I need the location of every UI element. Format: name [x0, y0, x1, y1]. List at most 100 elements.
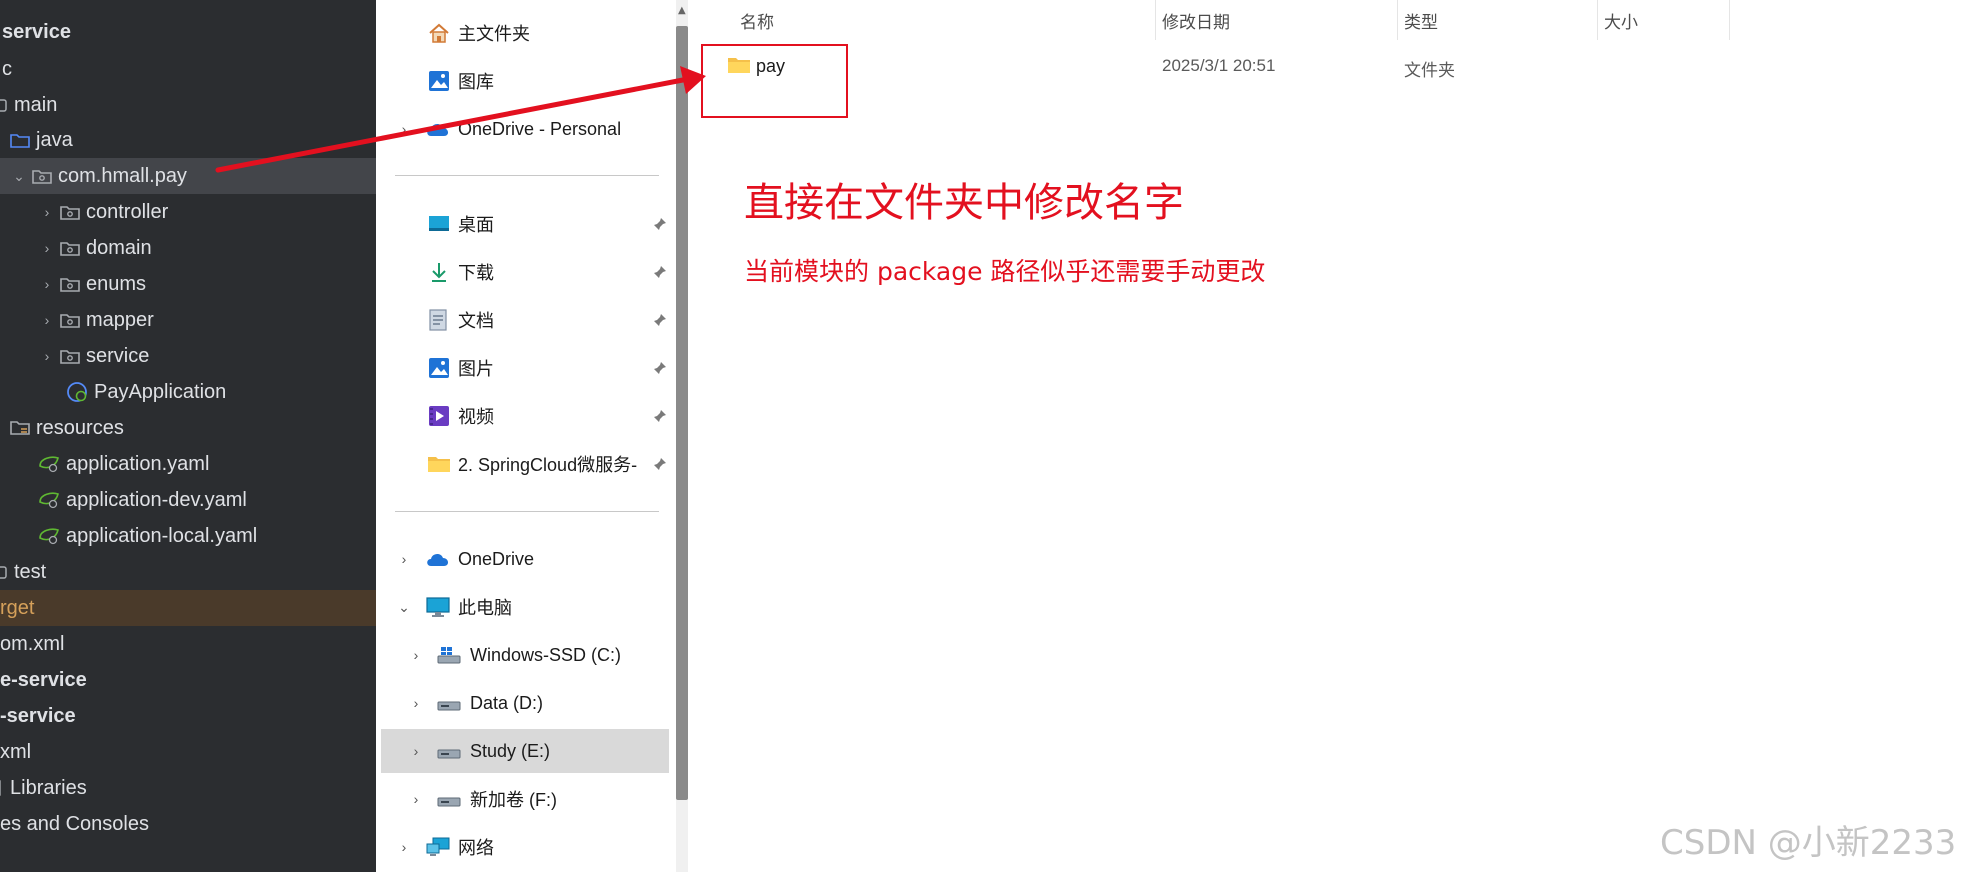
tree-item-service-module[interactable]: service: [0, 14, 376, 50]
tree-item-module-service[interactable]: -service: [0, 698, 376, 734]
chevron-right-icon[interactable]: ›: [38, 312, 56, 328]
nav-item-label: Windows-SSD (C:): [470, 644, 622, 665]
tree-item-xml[interactable]: xml: [0, 734, 376, 770]
nav-item-onedrive[interactable]: › OneDrive: [381, 537, 676, 581]
tree-item-java[interactable]: java: [0, 122, 376, 158]
nav-item-pictures[interactable]: 图片: [381, 346, 676, 390]
column-header-modified[interactable]: 修改日期: [1156, 0, 1398, 40]
annotation-subtitle: 当前模块的 package 路径似乎还需要手动更改: [744, 257, 1266, 286]
chevron-right-icon[interactable]: ›: [394, 121, 414, 137]
tree-item-label: service: [86, 344, 150, 367]
nav-separator: [395, 511, 659, 512]
home-icon: [427, 22, 451, 44]
tree-item-external-libraries[interactable]: Libraries: [0, 770, 376, 806]
nav-item-drive-e[interactable]: › Study (E:): [381, 729, 669, 773]
chevron-down-icon[interactable]: ⌄: [394, 599, 414, 616]
package-icon: [60, 204, 80, 220]
tree-item-com-hmall-pay[interactable]: ⌄ com.hmall.pay: [0, 158, 376, 194]
picture-icon: [427, 356, 451, 380]
chevron-down-icon[interactable]: ⌄: [10, 168, 28, 185]
tree-item-label: service: [2, 20, 71, 43]
folder-icon: [0, 97, 8, 113]
tree-item-resources[interactable]: resources: [0, 410, 376, 446]
tree-item-payapplication[interactable]: PayApplication: [0, 374, 376, 410]
nav-item-gallery[interactable]: 图库: [381, 59, 676, 103]
chevron-right-icon[interactable]: ›: [38, 204, 56, 220]
tree-item-module-e-service[interactable]: e-service: [0, 662, 376, 698]
tree-item-main[interactable]: main: [0, 87, 376, 123]
tree-item-service-package[interactable]: › service: [0, 338, 376, 374]
nav-item-onedrive-personal[interactable]: › OneDrive - Personal: [381, 107, 676, 151]
nav-item-downloads[interactable]: 下载: [381, 250, 676, 294]
nav-item-label: 桌面: [458, 215, 494, 235]
nav-item-label: 主文件夹: [458, 24, 530, 44]
pin-icon[interactable]: [653, 457, 667, 471]
resources-folder-icon: [10, 419, 30, 437]
pin-icon[interactable]: [653, 313, 667, 327]
nav-item-label: OneDrive: [458, 548, 535, 569]
spring-config-icon: [38, 490, 60, 510]
chevron-right-icon[interactable]: ›: [406, 695, 426, 711]
pin-icon[interactable]: [653, 409, 667, 423]
column-header-label: 大小: [1604, 12, 1638, 32]
nav-item-videos[interactable]: 视频: [381, 394, 676, 438]
pin-icon[interactable]: [653, 217, 667, 231]
annotation-highlight-box: [701, 44, 848, 118]
drive-icon: [437, 789, 461, 809]
tree-item-controller[interactable]: › controller: [0, 194, 376, 230]
tree-item-label: es and Consoles: [0, 812, 149, 835]
tree-item-enums[interactable]: › enums: [0, 266, 376, 302]
column-header-label: 类型: [1404, 12, 1438, 32]
chevron-right-icon[interactable]: ›: [38, 348, 56, 364]
nav-item-label: 2. SpringCloud微服务-: [458, 455, 638, 475]
tree-item-src[interactable]: c: [0, 51, 376, 87]
chevron-right-icon[interactable]: ›: [394, 839, 414, 855]
chevron-right-icon[interactable]: ›: [38, 240, 56, 256]
chevron-right-icon[interactable]: ›: [38, 276, 56, 292]
package-icon: [60, 312, 80, 328]
nav-item-home[interactable]: 主文件夹: [381, 11, 676, 55]
tree-item-mapper[interactable]: › mapper: [0, 302, 376, 338]
ide-project-tree: service c main java ⌄ com.hmall.pay › co…: [0, 0, 376, 872]
pin-icon[interactable]: [653, 265, 667, 279]
tree-item-application-yaml[interactable]: application.yaml: [0, 446, 376, 482]
nav-item-springcloud-folder[interactable]: 2. SpringCloud微服务-: [381, 442, 676, 486]
chevron-right-icon[interactable]: ›: [406, 743, 426, 759]
chevron-right-icon[interactable]: ›: [394, 551, 414, 567]
tree-item-pom-xml[interactable]: om.xml: [0, 626, 376, 662]
tree-item-scratches-consoles[interactable]: es and Consoles: [0, 806, 376, 842]
nav-item-drive-d[interactable]: › Data (D:): [381, 681, 676, 725]
nav-item-label: 文档: [458, 311, 494, 331]
chevron-right-icon[interactable]: ›: [406, 791, 426, 807]
nav-item-drive-f[interactable]: › 新加卷 (F:): [381, 777, 676, 821]
nav-item-documents[interactable]: 文档: [381, 298, 676, 342]
tree-item-label: xml: [0, 740, 32, 763]
tree-item-label: application.yaml: [66, 452, 210, 475]
column-header-size[interactable]: 大小: [1598, 0, 1730, 40]
column-header-type[interactable]: 类型: [1398, 0, 1598, 40]
pin-icon[interactable]: [653, 361, 667, 375]
nav-item-label: 网络: [458, 838, 494, 858]
tree-item-target[interactable]: rget: [0, 590, 376, 626]
nav-separator: [395, 175, 659, 176]
tree-item-label: Libraries: [10, 776, 87, 799]
tree-item-application-local-yaml[interactable]: application-local.yaml: [0, 518, 376, 554]
tree-item-domain[interactable]: › domain: [0, 230, 376, 266]
tree-item-label: resources: [36, 416, 124, 439]
tree-item-test[interactable]: test: [0, 554, 376, 590]
library-icon: [0, 779, 4, 797]
source-folder-icon: [10, 132, 30, 148]
chevron-right-icon[interactable]: ›: [406, 647, 426, 663]
scroll-up-icon[interactable]: ▲: [678, 5, 686, 16]
nav-item-drive-c[interactable]: › Windows-SSD (C:): [381, 633, 676, 677]
nav-item-desktop[interactable]: 桌面: [381, 202, 676, 246]
nav-scrollbar-thumb[interactable]: [676, 26, 688, 800]
tree-item-label: om.xml: [0, 632, 65, 655]
nav-item-network[interactable]: › 网络: [381, 825, 676, 869]
tree-item-label: main: [14, 93, 58, 116]
cloud-icon: [425, 550, 451, 568]
tree-item-application-dev-yaml[interactable]: application-dev.yaml: [0, 482, 376, 518]
tree-item-label: test: [14, 560, 47, 583]
nav-item-this-pc[interactable]: ⌄ 此电脑: [381, 585, 676, 629]
drive-icon: [437, 693, 461, 713]
